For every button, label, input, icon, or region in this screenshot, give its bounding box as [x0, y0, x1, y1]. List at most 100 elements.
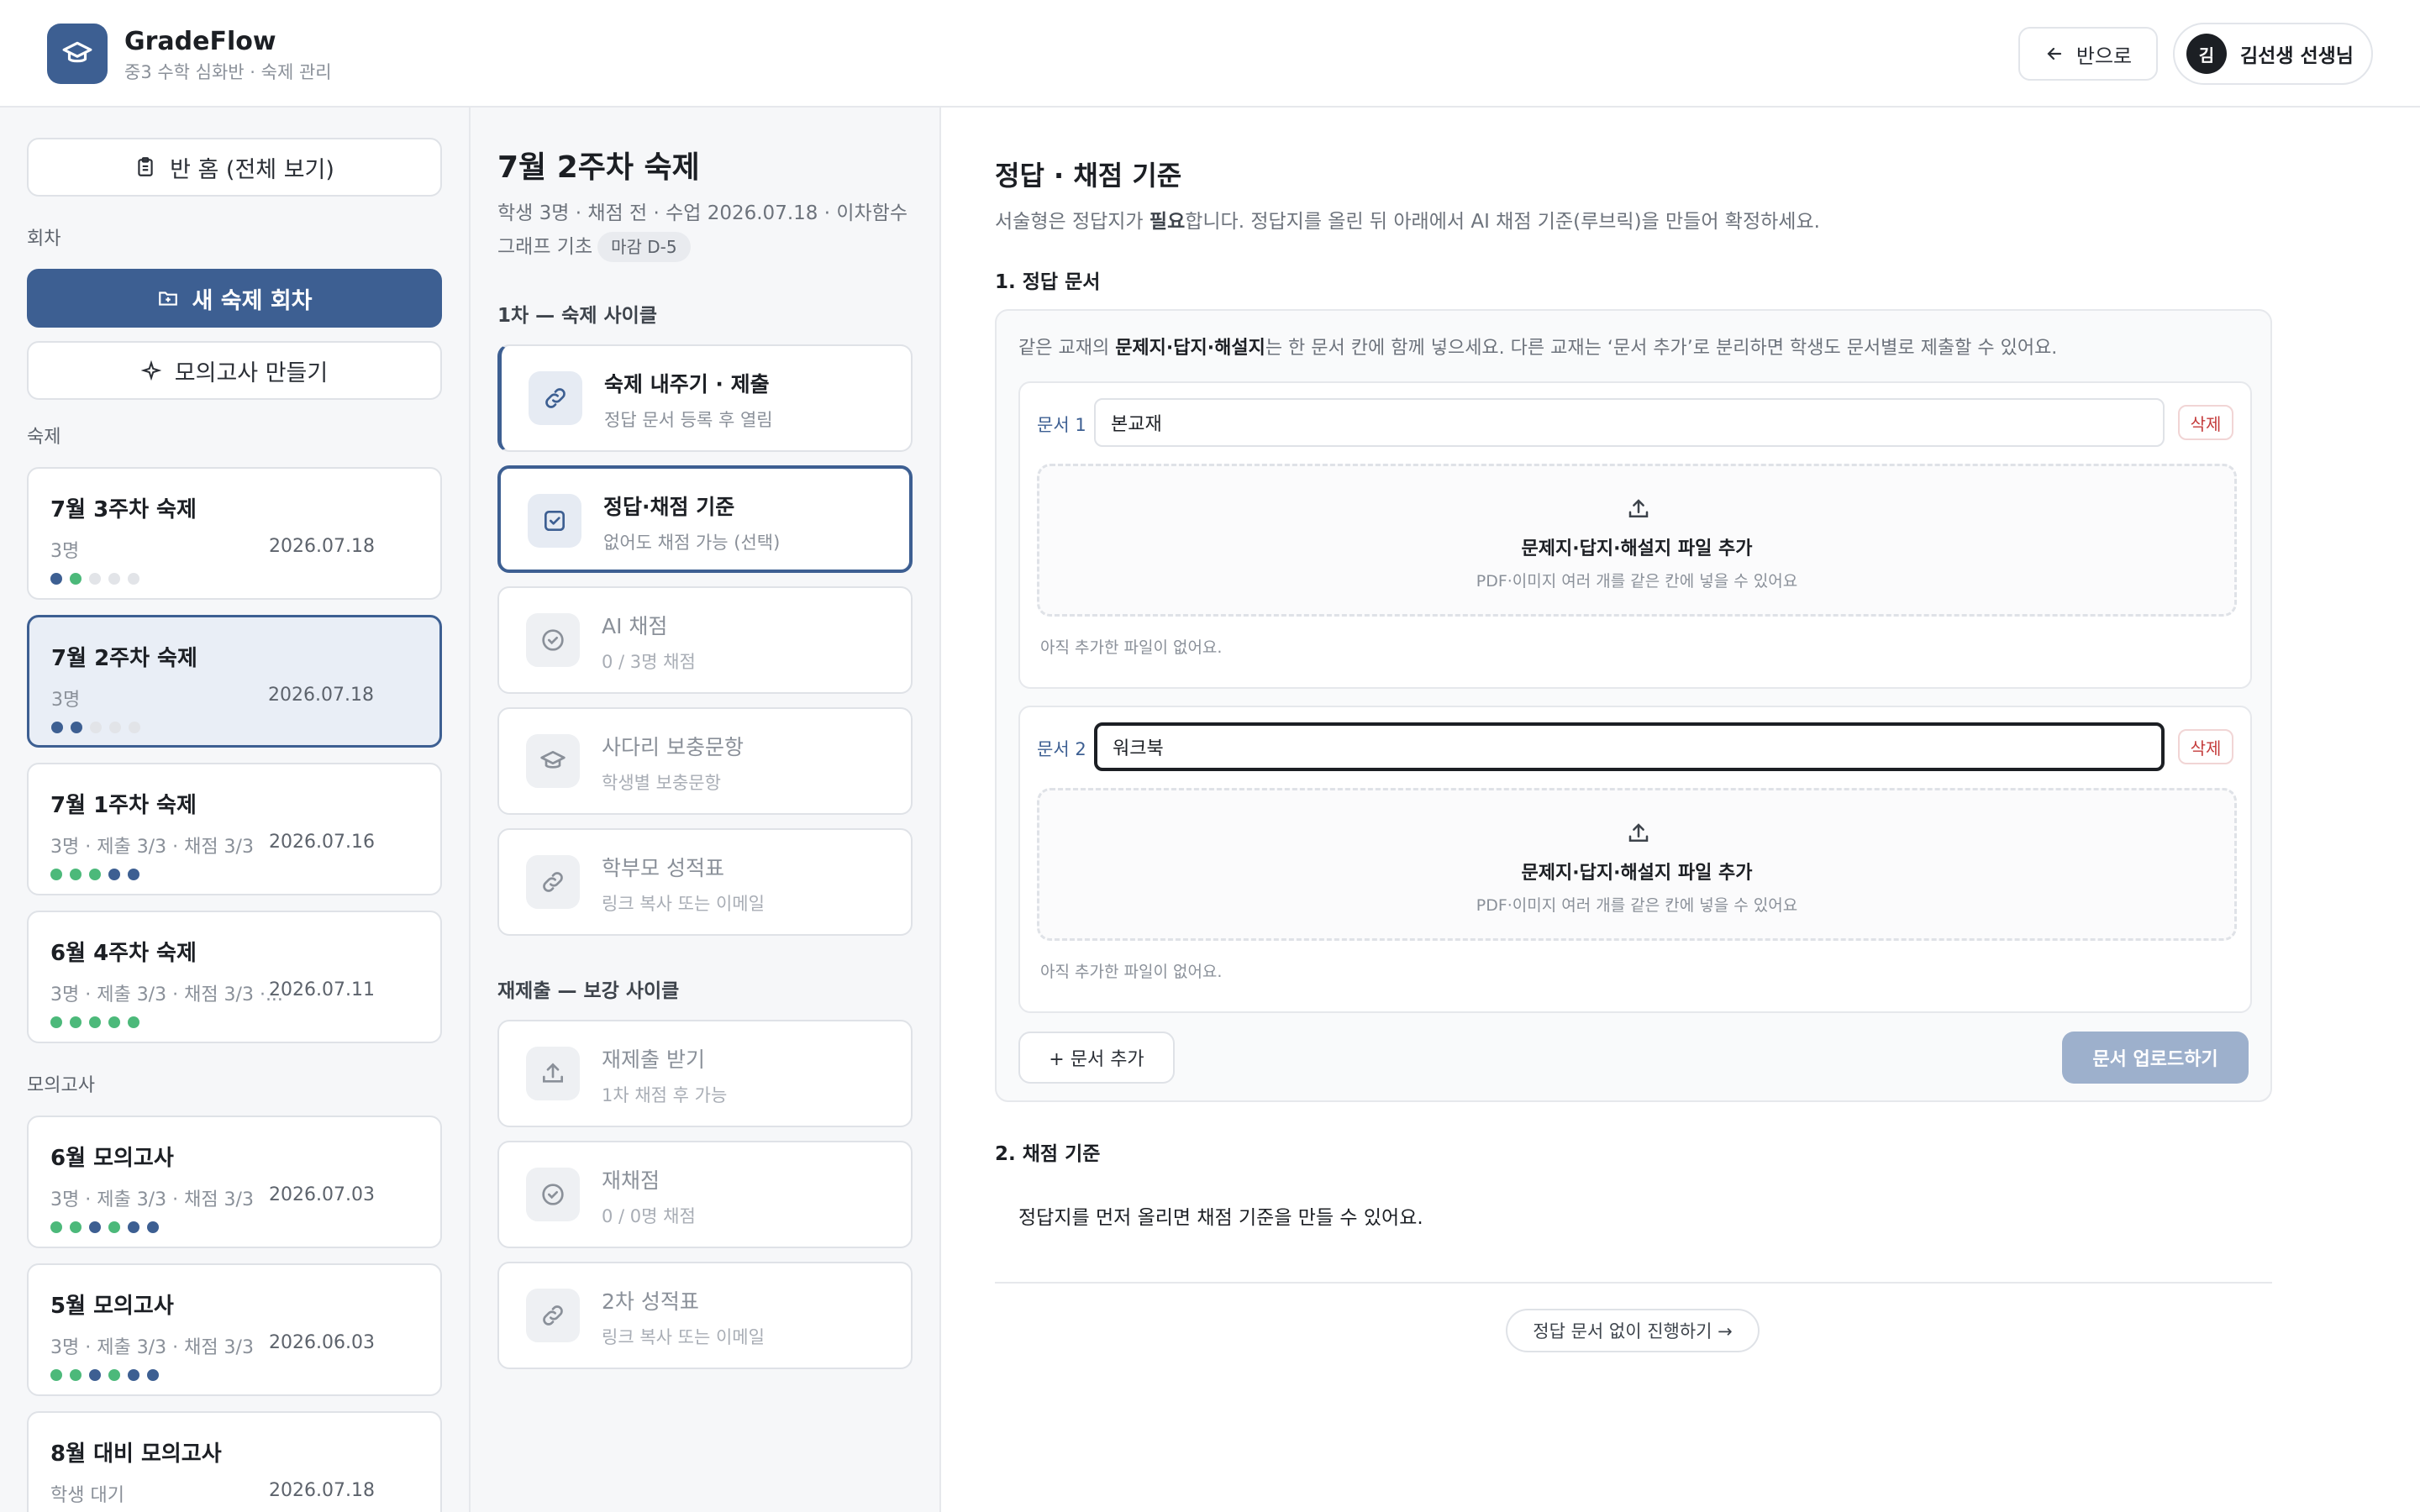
answer-docs-section-title: 1. 정답 문서 [995, 271, 1101, 293]
step-ladder-questions[interactable]: 사다리 보충문항 학생별 보충문항 [497, 707, 913, 815]
step-title: AI 채점 [602, 614, 668, 638]
delete-doc-button[interactable]: 삭제 [2178, 405, 2233, 440]
delete-doc-button[interactable]: 삭제 [2178, 729, 2233, 764]
divider [995, 1282, 2272, 1284]
progress-dot [128, 1221, 139, 1233]
link-icon [529, 371, 582, 425]
progress-dot [70, 1016, 82, 1028]
homework-card[interactable]: 7월 1주차 숙제 3명 · 제출 3/3 · 채점 3/3 2026.07.1… [27, 763, 442, 895]
step-title: 숙제 내주기 · 제출 [604, 372, 770, 396]
homework-card[interactable]: 6월 4주차 숙제 3명 · 제출 3/3 · 채점 3/3 ·... 2026… [27, 911, 442, 1043]
rubric-section-title: 2. 채점 기준 [995, 1143, 1101, 1165]
step-regrade[interactable]: 재채점 0 / 0명 채점 [497, 1141, 913, 1248]
file-drop-zone[interactable]: 문제지·답지·해설지 파일 추가 PDF·이미지 여러 개를 같은 칸에 넣을 … [1037, 788, 2237, 941]
upload-docs-button[interactable]: 문서 업로드하기 [2062, 1032, 2249, 1084]
progress-dot [70, 869, 82, 880]
mock-exam-card[interactable]: 5월 모의고사 3명 · 제출 3/3 · 채점 3/3 2026.06.03 [27, 1263, 442, 1396]
progress-dot [50, 1016, 62, 1028]
progress-dot [147, 1221, 159, 1233]
step-resubmit[interactable]: 재제출 받기 1차 채점 후 가능 [497, 1020, 913, 1127]
progress-dot [70, 1369, 82, 1381]
step-title: 사다리 보충문항 [602, 735, 744, 759]
step-parent-report[interactable]: 학부모 성적표 링크 복사 또는 이메일 [497, 828, 913, 936]
progress-dot [70, 573, 82, 585]
step-title: 정답·채점 기준 [603, 495, 735, 519]
arrow-left-icon [2047, 47, 2061, 60]
step-assign-submit[interactable]: 숙제 내주기 · 제출 정답 문서 등록 후 열림 [497, 344, 913, 452]
empty-files-text: 아직 추가한 파일이 없어요. [1040, 638, 1223, 657]
mock-exam-card[interactable]: 8월 대비 모의고사 학생 대기 2026.07.18 [27, 1411, 442, 1512]
step-subtitle: 학생별 보충문항 [602, 773, 721, 793]
mock-exam-summary: 학생 대기 [50, 1485, 124, 1506]
deadline-badge: 마감 D-5 [597, 232, 691, 262]
step-second-report[interactable]: 2차 성적표 링크 복사 또는 이메일 [497, 1262, 913, 1369]
doc-name-input[interactable] [1094, 398, 2165, 447]
homework-section-label: 숙제 [27, 427, 61, 448]
page-description: 서술형은 정답지가 필요합니다. 정답지를 올린 뒤 아래에서 AI 채점 기준… [995, 211, 1820, 233]
step-subtitle: 없어도 채점 가능 (선택) [603, 533, 781, 553]
mock-exam-date: 2026.06.03 [269, 1332, 375, 1353]
rubric-empty-note: 정답지를 먼저 올리면 채점 기준을 만들 수 있어요. [1018, 1207, 1423, 1229]
progress-dot [51, 722, 63, 733]
step-subtitle: 링크 복사 또는 이메일 [602, 1327, 765, 1347]
progress-dot [90, 722, 102, 733]
homework-card-selected[interactable]: 7월 2주차 숙제 3명 2026.07.18 [27, 615, 442, 748]
step-ai-grading[interactable]: AI 채점 0 / 3명 채점 [497, 586, 913, 694]
homework-card[interactable]: 7월 3주차 숙제 3명 2026.07.18 [27, 467, 442, 600]
progress-dot [128, 1016, 139, 1028]
file-drop-zone[interactable]: 문제지·답지·해설지 파일 추가 PDF·이미지 여러 개를 같은 칸에 넣을 … [1037, 464, 2237, 617]
progress-dot [89, 1369, 101, 1381]
mock-exam-date: 2026.07.18 [269, 1480, 375, 1501]
progress-dot [89, 573, 101, 585]
progress-dot [89, 869, 101, 880]
back-to-class-button[interactable]: 반으로 [2018, 27, 2158, 81]
class-subtitle: 중3 수학 심화반 · 숙제 관리 [124, 62, 332, 82]
clipboard-icon [138, 157, 153, 176]
homework-title: 7월 1주차 숙제 [50, 793, 197, 818]
round-title: 7월 2주차 숙제 [497, 150, 700, 185]
class-home-button[interactable]: 반 홈 (전체 보기) [27, 138, 442, 197]
upload-icon [526, 1047, 580, 1100]
skip-answer-docs-button[interactable]: 정답 문서 없이 진행하기 → [1506, 1309, 1760, 1352]
mock-exam-title: 6월 모의고사 [50, 1146, 174, 1171]
create-mock-exam-button[interactable]: 모의고사 만들기 [27, 341, 442, 400]
progress-dot [128, 1369, 139, 1381]
page-title: 정답 · 채점 기준 [995, 160, 1182, 192]
homework-date: 2026.07.18 [269, 536, 375, 557]
new-round-label: 새 숙제 회차 [192, 287, 313, 314]
progress-dots [50, 869, 139, 880]
answer-doc-1: 문서 1 삭제 문제지·답지·해설지 파일 추가 PDF·이미지 여러 개를 같… [1018, 381, 2252, 689]
step-subtitle: 1차 채점 후 가능 [602, 1085, 728, 1105]
step-title: 2차 성적표 [602, 1289, 699, 1314]
homework-title: 6월 4주차 숙제 [50, 941, 197, 966]
answer-docs-container: 같은 교재의 문제지·답지·해설지는 한 문서 칸에 함께 넣으세요. 다른 교… [995, 309, 2272, 1102]
step-subtitle: 0 / 0명 채점 [602, 1206, 696, 1226]
homework-date: 2026.07.16 [269, 832, 375, 853]
link-icon [526, 855, 580, 909]
upload-icon [1628, 823, 1649, 842]
progress-dot [128, 869, 139, 880]
drop-zone-title: 문제지·답지·해설지 파일 추가 [1521, 863, 1753, 884]
mock-exam-title: 5월 모의고사 [50, 1294, 174, 1319]
link-icon [526, 1289, 580, 1342]
homework-date: 2026.07.11 [269, 979, 375, 1000]
rounds-sidebar: 반 홈 (전체 보기) 회차 새 숙제 회차 모의고사 만들기 숙제 7월 3주… [0, 108, 471, 1512]
progress-dots [50, 1016, 139, 1028]
mock-exam-summary: 3명 · 제출 3/3 · 채점 3/3 [50, 1189, 254, 1210]
new-round-button[interactable]: 새 숙제 회차 [27, 269, 442, 328]
mock-exam-section-label: 모의고사 [27, 1075, 95, 1096]
step-subtitle: 정답 문서 등록 후 열림 [604, 410, 773, 430]
step-answer-rubric[interactable]: 정답·채점 기준 없어도 채점 가능 (선택) [497, 465, 913, 573]
app-name: GradeFlow [124, 27, 276, 56]
step-title: 학부모 성적표 [602, 856, 724, 880]
user-name: 김선생 선생님 [2240, 45, 2354, 67]
progress-dot [128, 573, 139, 585]
user-menu-button[interactable]: 김 김선생 선생님 [2173, 23, 2373, 85]
homework-summary: 3명 [51, 690, 81, 711]
add-doc-button[interactable]: + 문서 추가 [1018, 1032, 1175, 1084]
homework-date: 2026.07.18 [268, 685, 374, 706]
doc-name-input[interactable] [1094, 722, 2165, 771]
mock-exam-card[interactable]: 6월 모의고사 3명 · 제출 3/3 · 채점 3/3 2026.07.03 [27, 1116, 442, 1248]
progress-dot [129, 722, 140, 733]
cycle1-label: 1차 — 숙제 사이클 [497, 305, 657, 327]
